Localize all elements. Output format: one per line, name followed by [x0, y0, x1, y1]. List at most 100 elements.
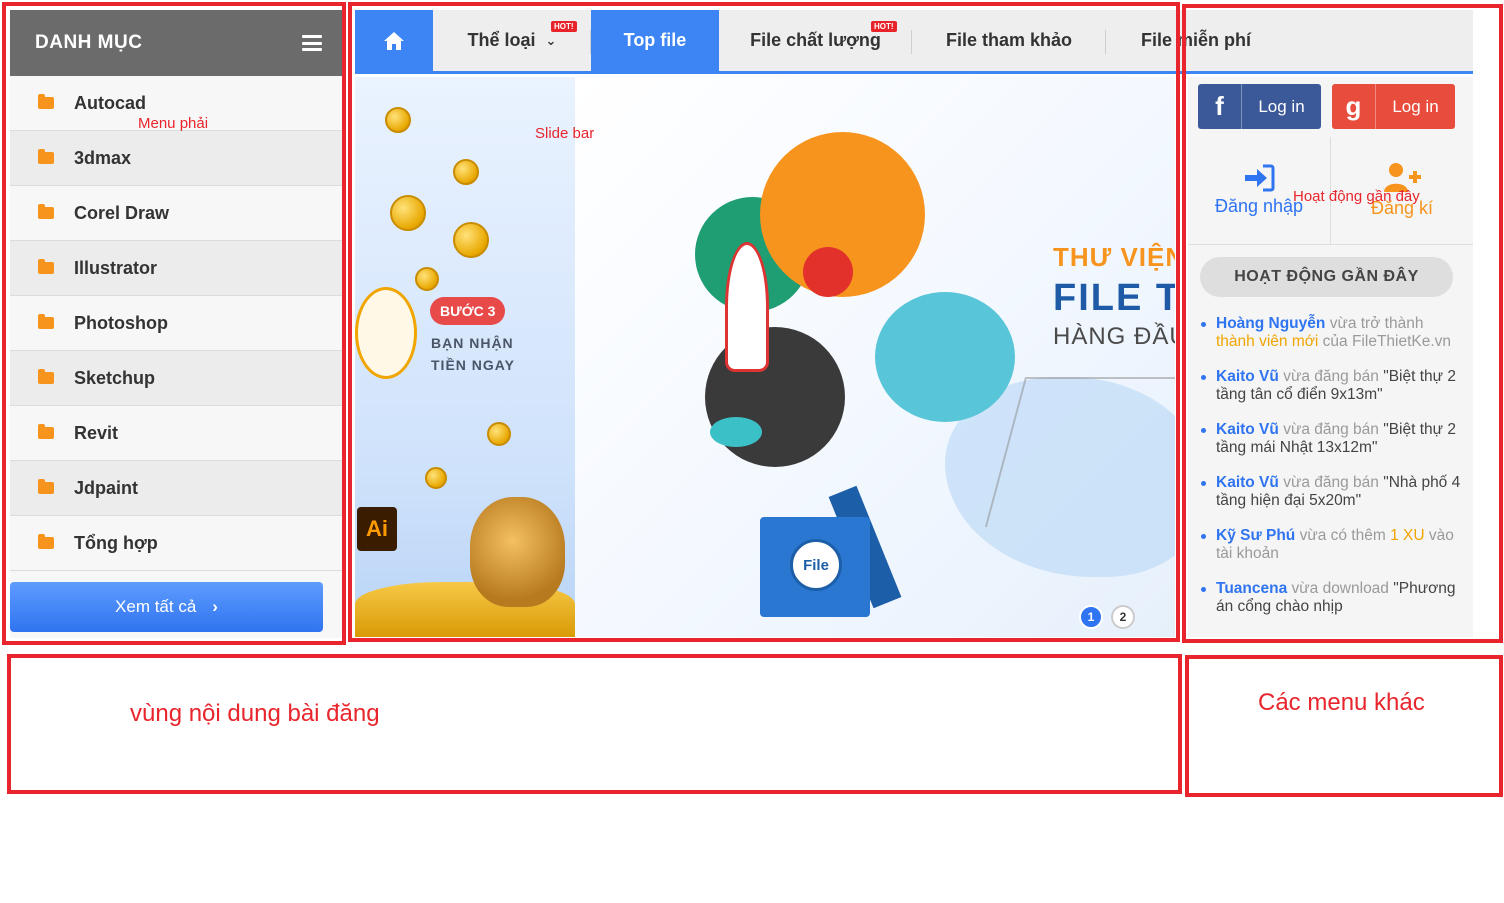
slide-headline-2: FILE T — [1053, 277, 1175, 319]
nav-item-the-loai[interactable]: Thể loại ⌄ HOT! — [433, 10, 591, 71]
activity-text: vừa đăng bán — [1283, 421, 1379, 438]
brain-illustration — [875, 292, 1015, 422]
slide-headline-1: THƯ VIỆN — [1053, 242, 1175, 272]
register-link[interactable]: Đăng kí — [1331, 137, 1473, 244]
see-all-button[interactable]: Xem tất cả › — [10, 582, 323, 632]
nav-item-label: Top file — [623, 30, 687, 50]
activity-highlight: thành viên mới — [1216, 333, 1319, 350]
avatar-illustration — [355, 287, 417, 379]
auth-row: Đăng nhập Đăng kí — [1188, 137, 1473, 245]
folder-icon — [38, 534, 54, 549]
category-list: Autocad 3dmax Corel Draw Illustrator Pho… — [10, 76, 342, 571]
activity-user[interactable]: Hoàng Nguyễn — [1216, 315, 1325, 332]
social-login-row: f Log in g Log in — [1198, 84, 1455, 129]
activity-highlight: 1 XU — [1390, 527, 1425, 544]
illustrator-logo-icon: Ai — [357, 507, 397, 551]
home-icon — [384, 31, 404, 50]
add-user-icon — [1384, 163, 1421, 192]
facebook-icon: f — [1198, 84, 1242, 129]
category-item-photoshop[interactable]: Photoshop — [10, 296, 342, 351]
activity-user[interactable]: Tuancena — [1216, 580, 1287, 597]
see-all-label: Xem tất cả — [115, 597, 197, 616]
nav-item-label: File miễn phí — [1140, 30, 1251, 50]
recent-activity-list: Hoàng Nguyễn vừa trở thành thành viên mớ… — [1200, 315, 1462, 633]
category-item-label: 3dmax — [74, 147, 132, 168]
category-item-illustrator[interactable]: Illustrator — [10, 241, 342, 296]
nav-item-label: Thể loại — [467, 30, 536, 50]
activity-item: Kaito Vũ vừa đăng bán "Biệt thự 2 tầng m… — [1200, 421, 1462, 457]
hamburger-menu-icon[interactable] — [302, 35, 322, 51]
step-text: BẠN NHẬN TIỀN NGAY — [431, 332, 515, 376]
login-link[interactable]: Đăng nhập — [1188, 137, 1331, 244]
nav-item-label: File chất lượng — [750, 30, 881, 50]
folder-icon — [38, 149, 54, 164]
nav-item-file-chat-luong[interactable]: File chất lượng HOT! — [719, 10, 912, 71]
activity-item: Hoàng Nguyễn vừa trở thành thành viên mớ… — [1200, 315, 1462, 351]
category-item-label: Sketchup — [74, 367, 156, 388]
category-menu: DANH MỤC Autocad 3dmax Corel Draw Illust… — [10, 10, 342, 638]
facebook-login-button[interactable]: f Log in — [1198, 84, 1321, 129]
activity-user[interactable]: Kaito Vũ — [1216, 368, 1279, 385]
category-item-label: Corel Draw — [74, 202, 170, 223]
coin-icon — [453, 222, 489, 258]
coin-icon — [453, 159, 479, 185]
activity-text: vừa đăng bán — [1283, 474, 1379, 491]
folder-icon — [38, 259, 54, 274]
rocket-illustration — [725, 242, 769, 372]
activity-item: Tuancena vừa download "Phương án cổng ch… — [1200, 580, 1462, 616]
activity-user[interactable]: Kaito Vũ — [1216, 421, 1279, 438]
category-item-jdpaint[interactable]: Jdpaint — [10, 461, 342, 516]
nav-item-label: File tham khảo — [945, 30, 1073, 50]
google-login-label: Log in — [1392, 96, 1439, 116]
hot-badge: HOT! — [551, 21, 577, 32]
slider-pagination: 1 2 — [1079, 605, 1135, 629]
category-item-sketchup[interactable]: Sketchup — [10, 351, 342, 406]
home-button[interactable] — [355, 10, 433, 71]
category-item-label: Tổng hợp — [74, 532, 158, 553]
banner-slider[interactable]: BƯỚC 3 BẠN NHẬN TIỀN NGAY Ai File THƯ VI… — [355, 77, 1175, 637]
activity-item: Kaito Vũ vừa đăng bán "Nhà phố 4 tầng hi… — [1200, 474, 1462, 510]
sign-in-icon — [1245, 164, 1275, 192]
category-item-autocad[interactable]: Autocad — [10, 76, 342, 131]
activity-item: Kỹ Sư Phú vừa có thêm 1 XU vào tài khoản — [1200, 527, 1462, 563]
nav-item-top-file[interactable]: Top file — [591, 10, 719, 71]
register-label: Đăng kí — [1370, 198, 1434, 218]
folder-icon — [38, 204, 54, 219]
category-header: DANH MỤC — [10, 10, 342, 76]
category-item-3dmax[interactable]: 3dmax — [10, 131, 342, 186]
chevron-right-icon: › — [212, 597, 218, 616]
activity-user[interactable]: Kỹ Sư Phú — [1216, 527, 1295, 544]
coin-icon — [385, 107, 411, 133]
category-item-label: Photoshop — [74, 312, 168, 333]
post-content-area — [8, 657, 1180, 793]
facebook-login-label: Log in — [1258, 96, 1305, 116]
category-item-label: Revit — [74, 422, 119, 443]
activity-user[interactable]: Kaito Vũ — [1216, 474, 1279, 491]
step-text-line1: BẠN NHẬN — [431, 335, 514, 351]
folder-icon — [38, 479, 54, 494]
right-sidebar: f Log in g Log in Đăng nhập Đăng kí HOẠT — [1188, 77, 1473, 637]
hot-badge: HOT! — [871, 21, 897, 32]
key-circle-icon — [803, 247, 853, 297]
slide-headline-3: HÀNG ĐẦU — [1053, 323, 1175, 350]
category-item-corel-draw[interactable]: Corel Draw — [10, 186, 342, 241]
google-login-button[interactable]: g Log in — [1332, 84, 1455, 129]
step-badge: BƯỚC 3 — [430, 297, 506, 325]
category-item-label: Jdpaint — [74, 477, 139, 498]
nav-item-file-mien-phi[interactable]: File miễn phí — [1106, 10, 1286, 71]
slide-preview-left: BƯỚC 3 BẠN NHẬN TIỀN NGAY Ai — [355, 77, 575, 637]
activity-item: Kaito Vũ vừa đăng bán "Biệt thự 2 tầng t… — [1200, 368, 1462, 404]
folder-icon — [38, 424, 54, 439]
nav-item-file-tham-khao[interactable]: File tham khảo — [912, 10, 1106, 71]
category-item-revit[interactable]: Revit — [10, 406, 342, 461]
category-item-label: Illustrator — [74, 257, 158, 278]
slider-dot-2[interactable]: 2 — [1111, 605, 1135, 629]
folder-icon — [38, 94, 54, 109]
folder-icon — [38, 314, 54, 329]
activity-text: vừa có thêm — [1299, 527, 1386, 544]
activity-tail: của FileThietKe.vn — [1322, 333, 1452, 350]
category-item-tong-hop[interactable]: Tổng hợp — [10, 516, 342, 571]
top-navigation: Thể loại ⌄ HOT! Top file File chất lượng… — [355, 10, 1473, 74]
money-bag-icon — [470, 497, 565, 607]
slider-dot-1[interactable]: 1 — [1079, 605, 1103, 629]
